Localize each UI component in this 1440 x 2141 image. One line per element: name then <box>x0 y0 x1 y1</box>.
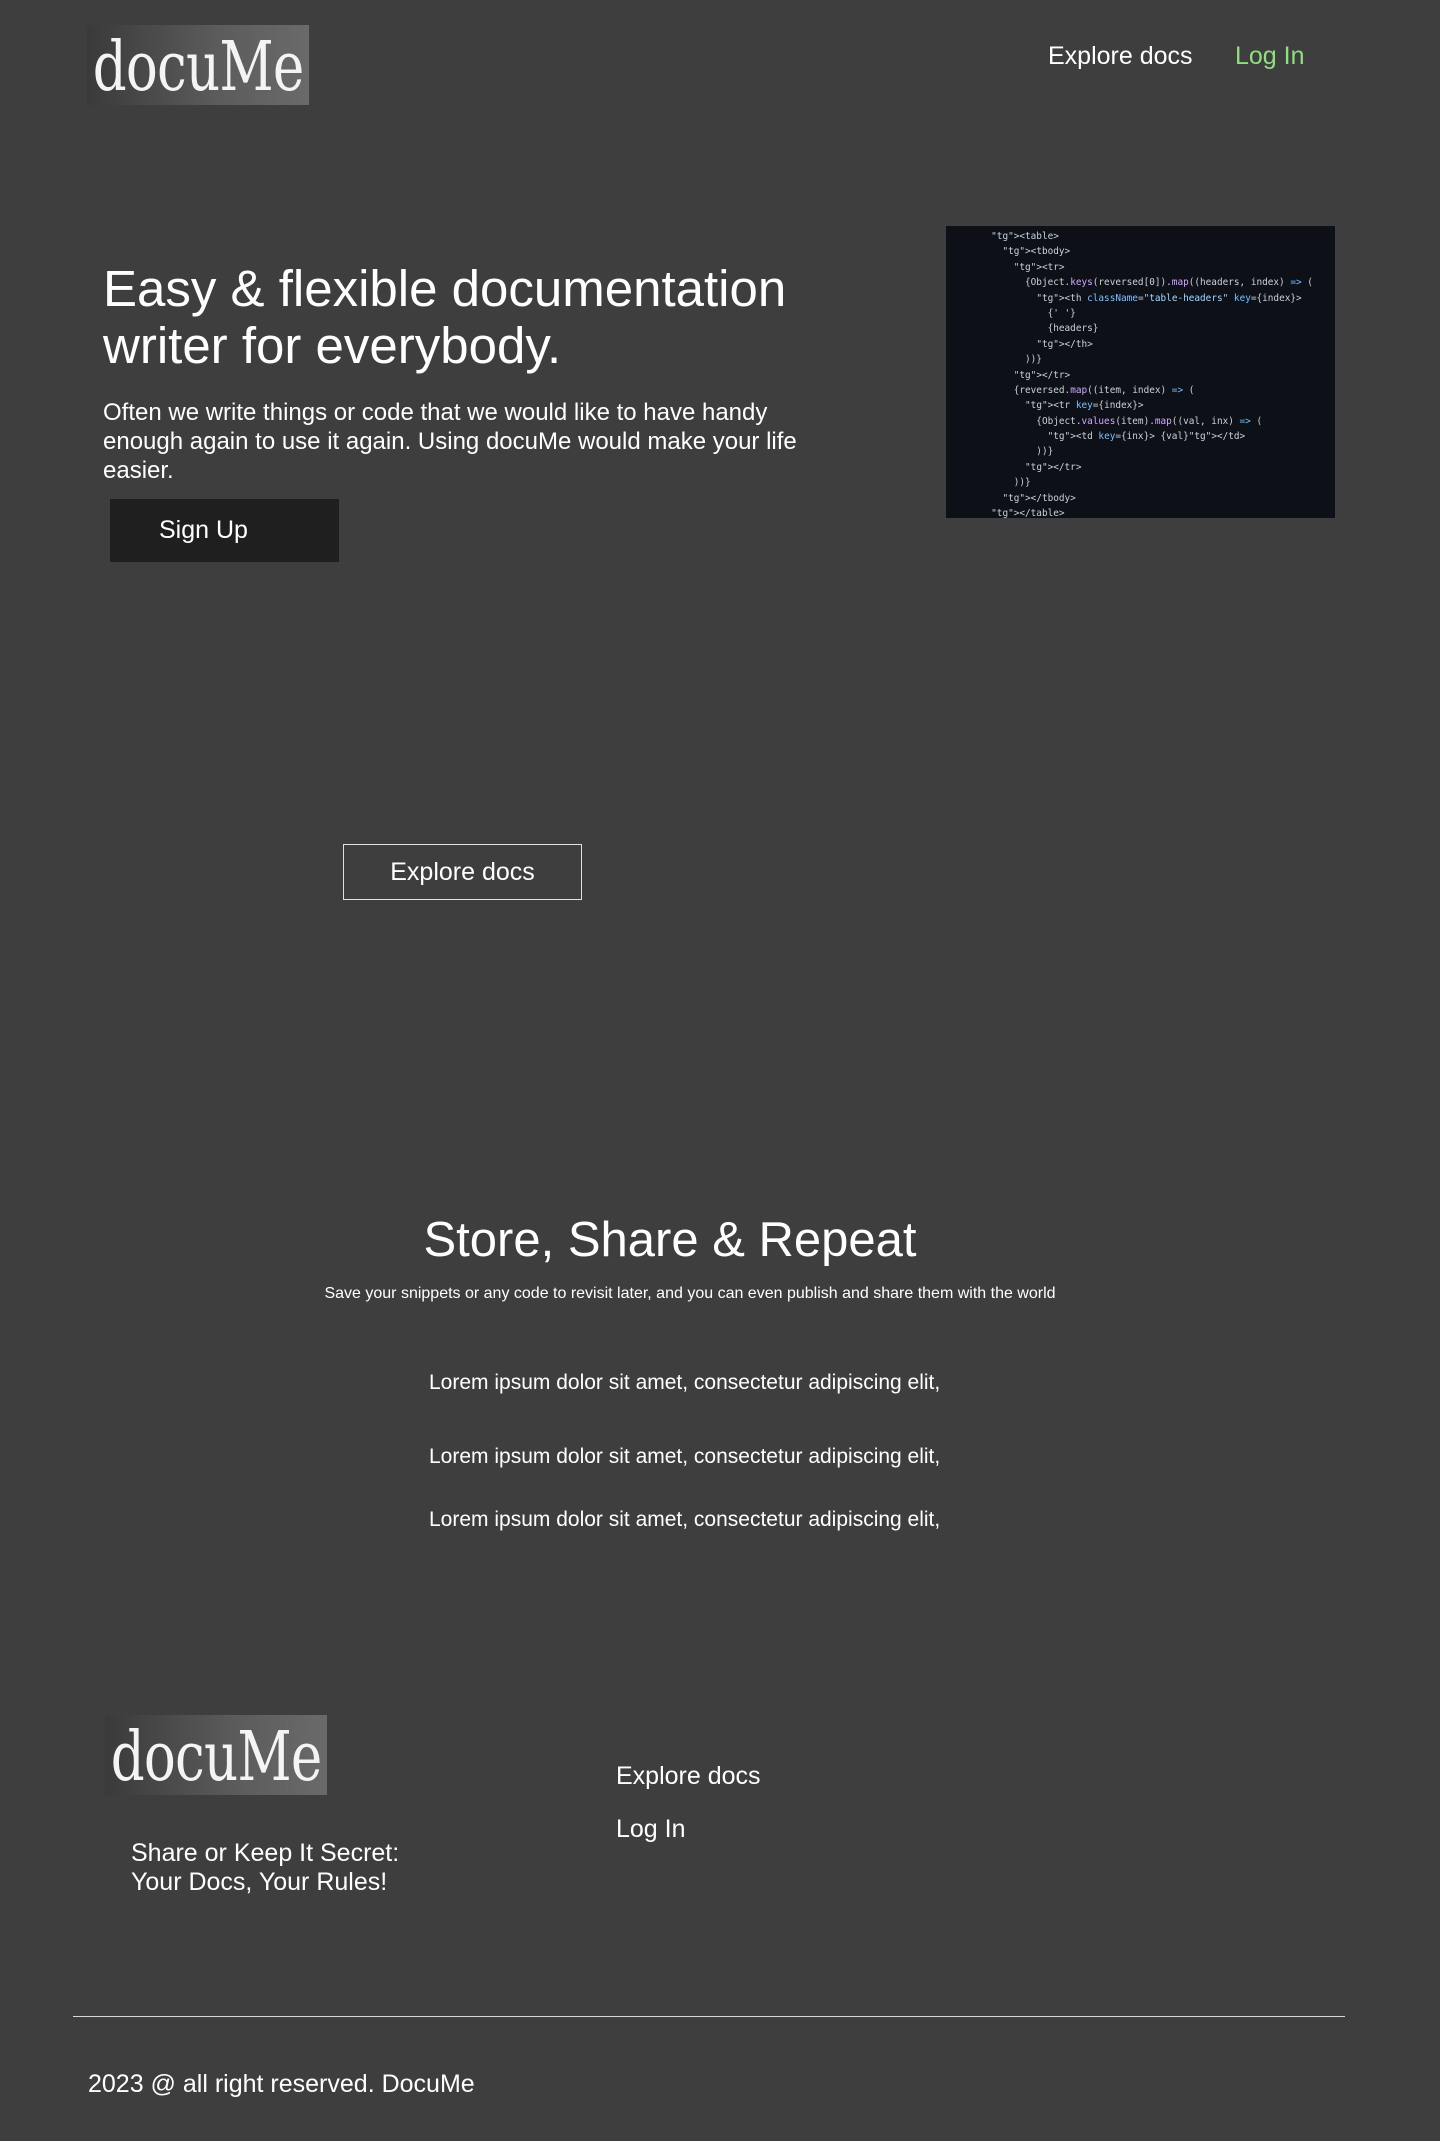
feature-item: Lorem ipsum dolor sit amet, consectetur … <box>429 1508 941 1531</box>
sign-up-button[interactable]: Sign Up <box>110 499 339 562</box>
footer-tagline-line: Share or Keep It Secret: <box>131 1839 400 1867</box>
copyright-text: 2023 @ all right reserved. DocuMe <box>88 2070 475 2098</box>
footer-divider <box>73 2016 1345 2017</box>
code-line: "tg"></th> <box>1036 338 1093 350</box>
code-line: "tg"><tr> <box>1013 261 1065 273</box>
footer-login-link[interactable]: Log In <box>616 1815 686 1844</box>
code-line: "tg"></table> <box>991 508 1065 518</box>
logo-text: docuMe <box>110 1718 323 1795</box>
code-line: "tg"><tbody> <box>1002 246 1071 258</box>
code-line: "tg"><tr key={index}> <box>1025 400 1144 412</box>
footer-tagline: Share or Keep It Secret: Your Docs, Your… <box>131 1839 451 1897</box>
footer-explore-docs-link[interactable]: Explore docs <box>616 1762 761 1791</box>
code-line: {reversed.map((item, index) => ( <box>946 384 1195 396</box>
nav-explore-docs-link[interactable]: Explore docs <box>1048 42 1193 71</box>
nav-login-link[interactable]: Log In <box>1235 42 1305 71</box>
code-line: "tg"></tr> <box>1013 369 1071 381</box>
explore-docs-button[interactable]: Explore docs <box>343 844 582 900</box>
code-line: "tg"><table> <box>991 231 1059 242</box>
hero-description: Often we write things or code that we wo… <box>103 399 797 484</box>
footer-logo[interactable]: docuMe <box>105 1715 327 1795</box>
feature-item: Lorem ipsum dolor sit amet, consectetur … <box>429 1445 941 1468</box>
code-line: "tg"></tbody> <box>1002 492 1076 504</box>
code-line: "tg"><td key={inx}> {val}"tg"></td> <box>1047 431 1246 443</box>
section-subtitle: Save your snippets or any code to revisi… <box>324 1285 1056 1302</box>
code-line: "tg"></tr> <box>1025 461 1082 473</box>
hero-title: Easy & flexible documentation writer for… <box>103 260 787 374</box>
feature-item: Lorem ipsum dolor sit amet, consectetur … <box>429 1371 941 1394</box>
code-line: ))} <box>946 446 1054 458</box>
code-line: {Object.keys(reversed[0]).map((headers, … <box>946 277 1313 289</box>
logo-text: docuMe <box>92 28 305 105</box>
code-snippet-image: "tg"><table> "tg"><tbody> "tg"><tr> {Obj… <box>946 226 1335 518</box>
code-line: {Object.values(item).map((val, inx) => ( <box>946 415 1263 427</box>
code-line: ))} <box>946 354 1042 366</box>
code-line: {headers} <box>946 323 1099 335</box>
header-logo[interactable]: docuMe <box>87 25 309 105</box>
code-line: {' '} <box>946 307 1076 319</box>
section-title: Store, Share & Repeat <box>423 1213 917 1267</box>
footer-tagline-line: Your Docs, Your Rules! <box>131 1868 388 1896</box>
code-line: ))} <box>946 477 1031 489</box>
code-line: "tg"><th className="table-headers" key={… <box>1036 292 1302 304</box>
